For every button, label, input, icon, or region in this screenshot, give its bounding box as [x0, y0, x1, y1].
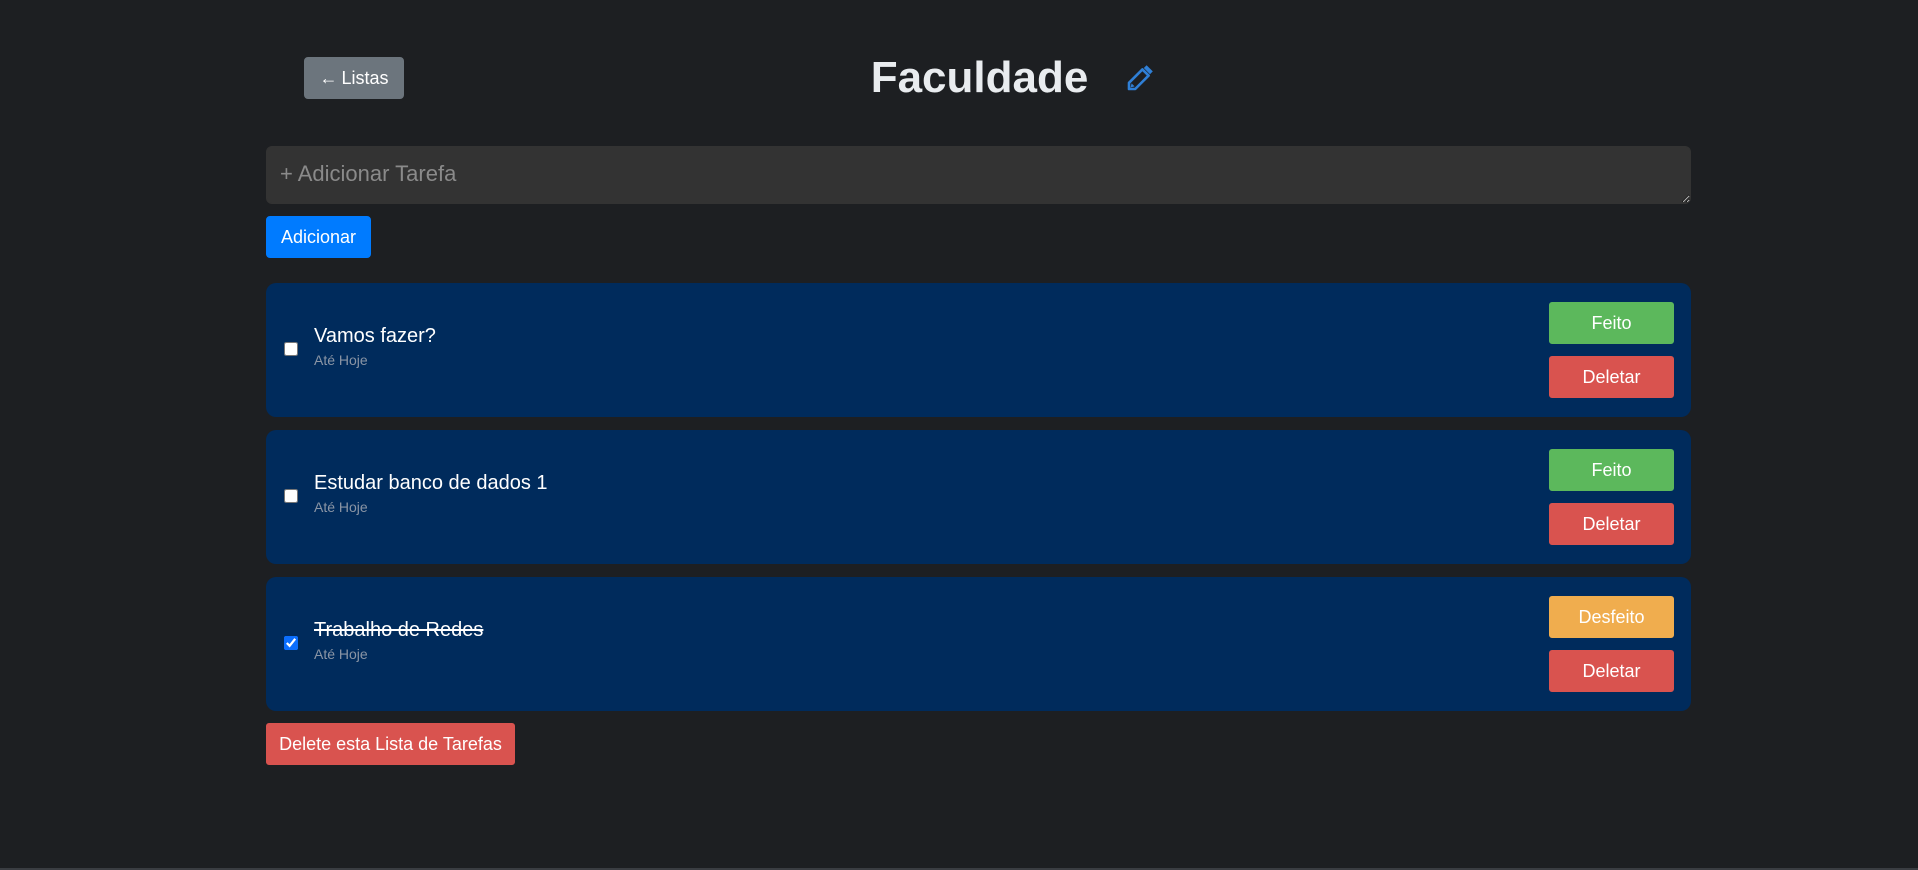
add-task-button[interactable]: Adicionar: [266, 216, 371, 258]
page-title: Faculdade: [870, 53, 1089, 102]
task-title: Trabalho de Redes: [314, 619, 484, 641]
task-actions: Desfeito Deletar: [1549, 596, 1674, 692]
task-text: Vamos fazer? Até Hoje: [314, 324, 436, 368]
task-text: Estudar banco de dados 1 Até Hoje: [314, 471, 548, 515]
task-due-date: Até Hoje: [314, 499, 368, 515]
mark-done-button[interactable]: Feito: [1549, 302, 1674, 344]
mark-done-button[interactable]: Feito: [1549, 449, 1674, 491]
app-container: ← Listas Faculdade Adicionar Vamos fa: [266, 0, 1691, 765]
task-checkbox[interactable]: [284, 342, 298, 356]
title-wrap: Faculdade: [266, 50, 1691, 106]
task-due-date: Até Hoje: [314, 352, 368, 368]
task-item: Trabalho de Redes Até Hoje Desfeito Dele…: [266, 577, 1691, 711]
task-actions: Feito Deletar: [1549, 302, 1674, 398]
task-title: Estudar banco de dados 1: [314, 472, 548, 494]
task-due-date: Até Hoje: [314, 646, 368, 662]
delete-task-button[interactable]: Deletar: [1549, 503, 1674, 545]
task-text: Trabalho de Redes Até Hoje: [314, 618, 483, 662]
task-title: Vamos fazer?: [314, 325, 436, 347]
mark-undone-button[interactable]: Desfeito: [1549, 596, 1674, 638]
delete-task-button[interactable]: Deletar: [1549, 650, 1674, 692]
task-checkbox[interactable]: [284, 489, 298, 503]
task-checkbox[interactable]: [284, 636, 298, 650]
task-list: Vamos fazer? Até Hoje Feito Deletar Estu…: [266, 283, 1691, 724]
task-item: Vamos fazer? Até Hoje Feito Deletar: [266, 283, 1691, 417]
delete-list-button[interactable]: Delete esta Lista de Tarefas: [266, 723, 515, 765]
delete-task-button[interactable]: Deletar: [1549, 356, 1674, 398]
pencil-icon[interactable]: [1124, 62, 1156, 94]
page-header: ← Listas Faculdade: [266, 0, 1691, 146]
task-item: Estudar banco de dados 1 Até Hoje Feito …: [266, 430, 1691, 564]
task-actions: Feito Deletar: [1549, 449, 1674, 545]
add-task-input[interactable]: [266, 146, 1691, 204]
